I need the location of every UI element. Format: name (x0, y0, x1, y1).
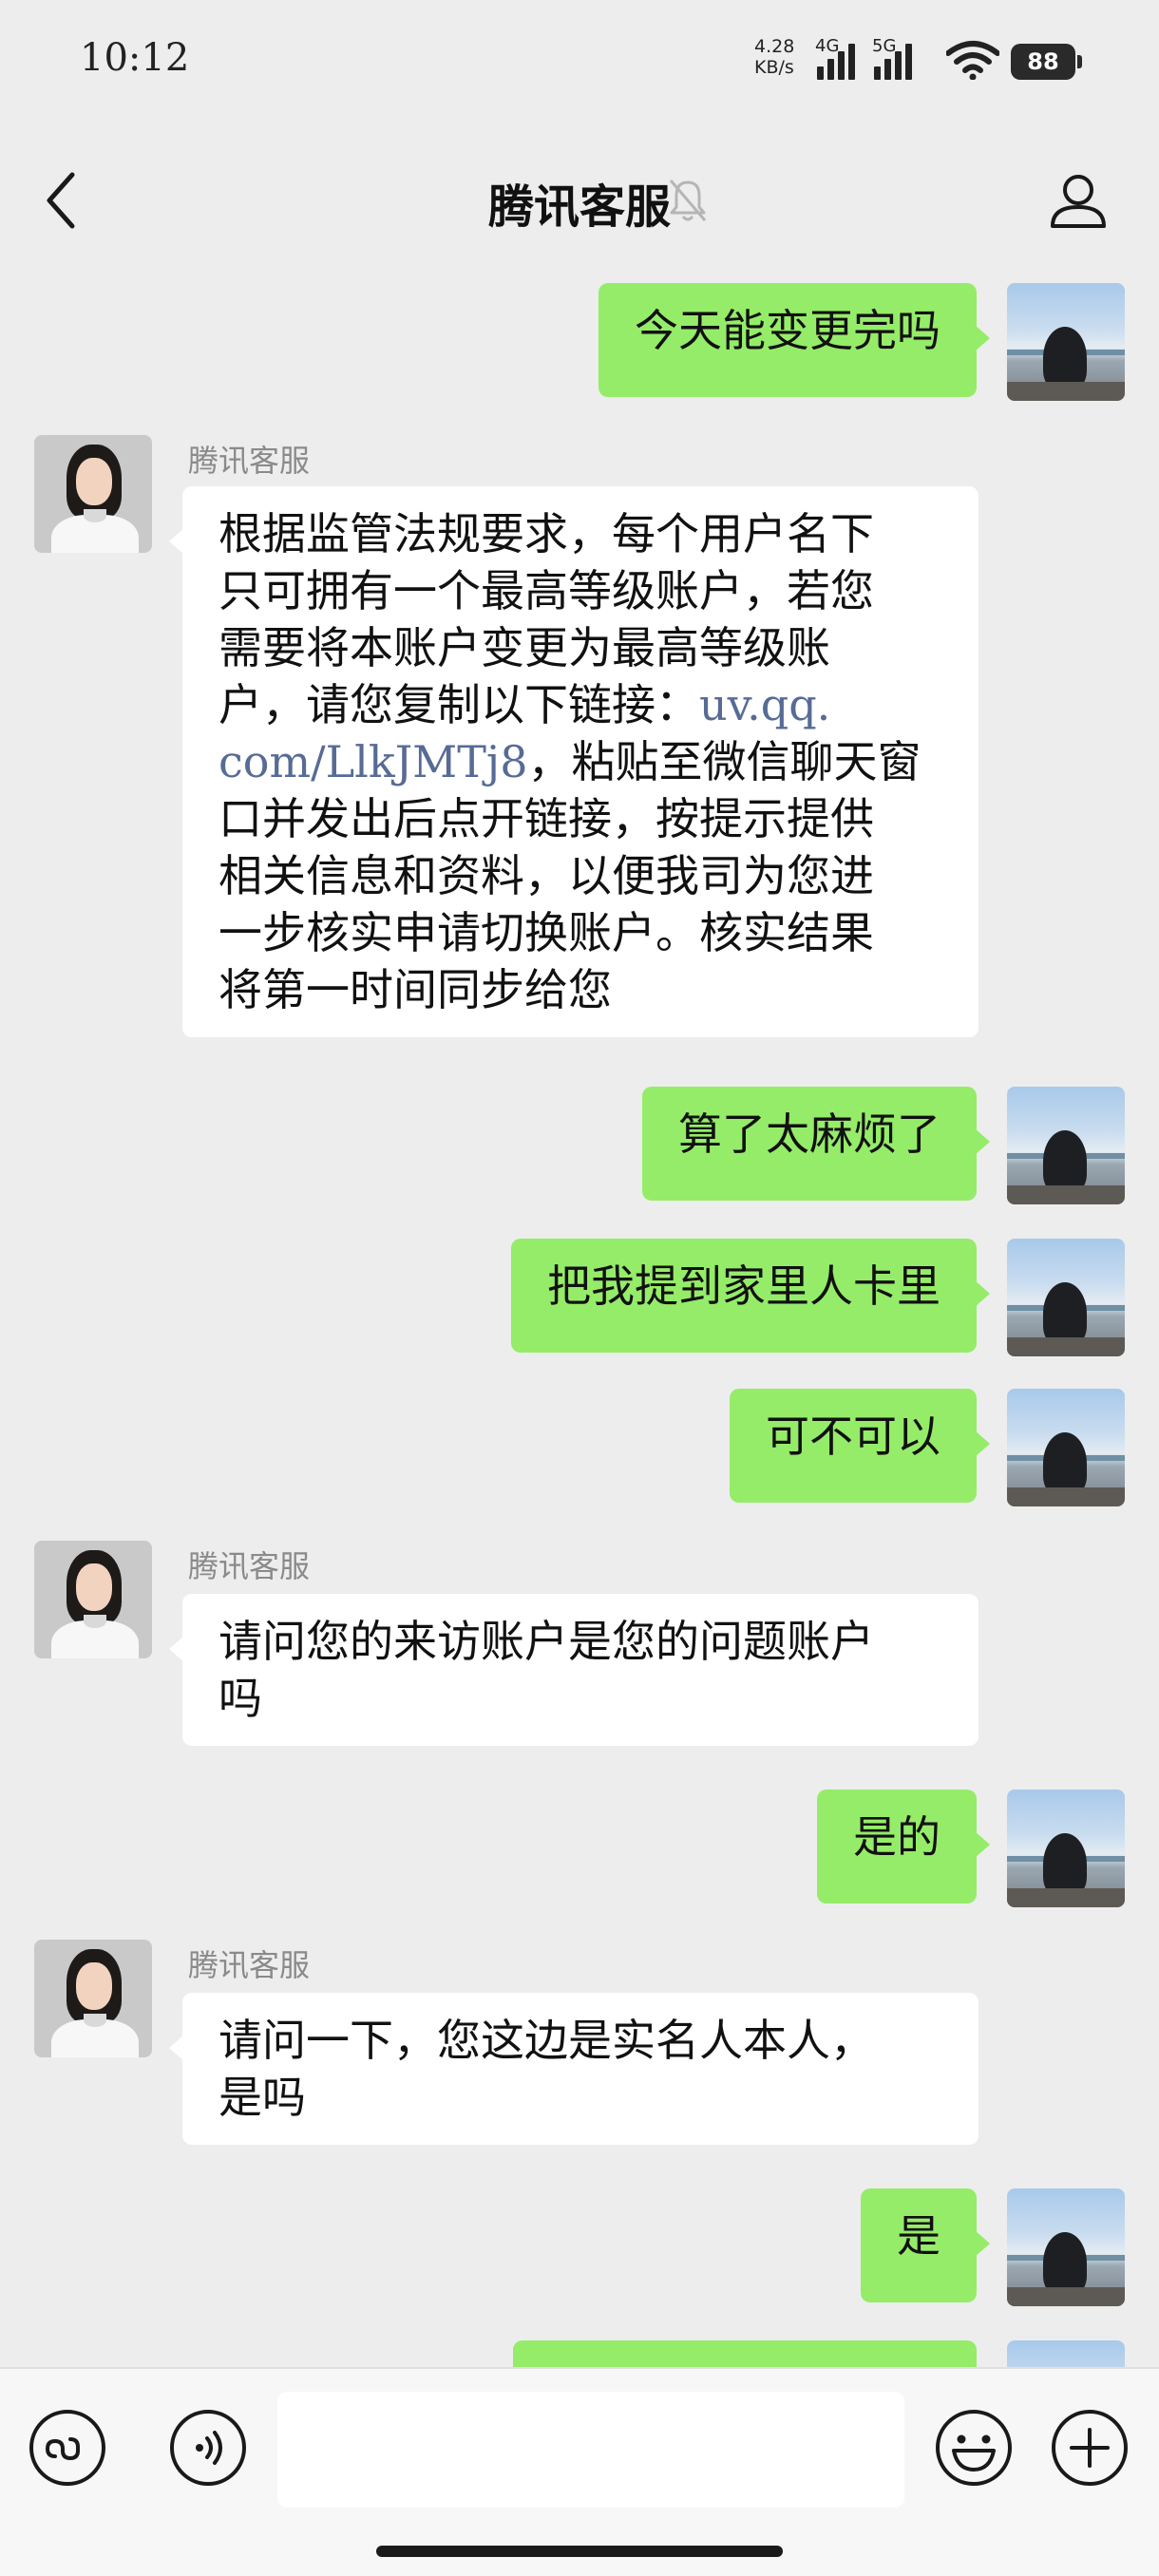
my-message-bubble[interactable]: 今天能变更完吗 (598, 283, 990, 397)
signal-sim1-icon: 4G (815, 36, 864, 80)
message-line: 需要将本账户变更为最高等级账 (218, 622, 830, 673)
my-avatar[interactable] (1007, 1239, 1125, 1356)
message-text: 把我提到家里人卡里 (547, 1260, 940, 1312)
battery-indicator: 88 (1011, 44, 1082, 80)
mini-program-icon[interactable] (27, 2407, 108, 2489)
message-text: ，粘贴至微信聊天窗 (527, 736, 922, 787)
my-avatar[interactable] (1007, 2340, 1125, 2367)
message-link[interactable]: com/LlkJMTj8 (218, 736, 527, 787)
message-line: 请问一下，您这边是实名人本人， (218, 2015, 874, 2066)
message-line: 口并发出后点开链接，按提示提供 (218, 793, 874, 844)
sender-name: 腾讯客服 (188, 1548, 311, 1584)
message-line: 相关信息和资料，以便我司为您进 (218, 850, 874, 901)
message-text: 算了太麻烦了 (678, 1108, 940, 1160)
emoji-icon[interactable] (933, 2407, 1015, 2489)
message-text: 今天能变更完吗 (635, 305, 940, 356)
bell-muted-icon (669, 180, 707, 221)
my-message-bubble[interactable]: 是的 (817, 1790, 990, 1904)
person-icon[interactable] (1045, 167, 1112, 234)
message-line: 户，请您复制以下链接：uv.qq. (218, 676, 942, 733)
message-list[interactable]: 今天能变更完吗 腾讯客服 根据监管法规要求，每个用户名下 只可拥有一个最高等级账… (0, 277, 1159, 2367)
chat-title: 腾讯客服 (487, 180, 671, 234)
agent-avatar[interactable] (34, 1940, 152, 2057)
status-bar: 10:12 4.28 KB/s 4G 5G 88 (0, 0, 1159, 123)
my-avatar[interactable] (1007, 1790, 1125, 1907)
agent-message-bubble[interactable]: 请问您的来访账户是您的问题账户 吗 (169, 1594, 978, 1746)
message-input[interactable] (277, 2392, 904, 2508)
message-text: 户，请您复制以下链接： (218, 679, 699, 730)
my-avatar[interactable] (1007, 1087, 1125, 1204)
my-avatar[interactable] (1007, 283, 1125, 401)
agent-avatar[interactable] (34, 435, 152, 553)
message-line: 一步核实申请切换账户。核实结果 (218, 907, 874, 958)
message-text: 是 (897, 2210, 940, 2262)
sender-name: 腾讯客服 (188, 1947, 311, 1983)
message-line: 请问您的来访账户是您的问题账户 (218, 1616, 874, 1667)
my-message-bubble[interactable]: 算了太麻烦了 (642, 1087, 990, 1201)
my-message-bubble[interactable]: 把我提到家里人卡里 (511, 1239, 990, 1353)
agent-avatar[interactable] (34, 1541, 152, 1658)
message-line: 吗 (218, 1673, 262, 1724)
my-avatar[interactable] (1007, 1389, 1125, 1506)
my-message-bubble[interactable]: 是 (861, 2188, 990, 2302)
message-line: 是吗 (218, 2072, 306, 2123)
plus-icon[interactable] (1049, 2407, 1130, 2489)
input-toolbar (0, 2367, 1159, 2576)
voice-icon[interactable] (167, 2407, 249, 2489)
my-avatar[interactable] (1007, 2188, 1125, 2306)
my-message-bubble[interactable]: 可不可以 (730, 1389, 990, 1503)
message-text: 可不可以 (766, 1411, 940, 1462)
message-link[interactable]: uv.qq. (699, 679, 830, 730)
network-speed-unit: KB/s (754, 57, 794, 78)
message-line: 只可拥有一个最高等级账户，若您 (218, 565, 874, 616)
my-message-bubble-partial[interactable] (513, 2340, 977, 2367)
agent-message-bubble[interactable]: 根据监管法规要求，每个用户名下 只可拥有一个最高等级账户，若您 需要将本账户变更… (169, 486, 978, 1037)
wifi-icon (946, 41, 999, 80)
clock: 10:12 (80, 36, 190, 80)
network-speed-value: 4.28 (754, 36, 795, 57)
message-text: 是的 (853, 1811, 940, 1863)
agent-message-bubble[interactable]: 请问一下，您这边是实名人本人， 是吗 (169, 1993, 978, 2145)
sender-name: 腾讯客服 (188, 443, 311, 479)
message-line: 将第一时间同步给您 (218, 964, 612, 1015)
chat-header: 腾讯客服 (0, 123, 1159, 277)
network-speed: 4.28 KB/s (754, 36, 811, 78)
message-line: 根据监管法规要求，每个用户名下 (218, 508, 874, 559)
home-indicator[interactable] (376, 2546, 783, 2557)
signal-sim2-icon: 5G (872, 36, 922, 80)
message-line: com/LlkJMTj8，粘贴至微信聊天窗 (218, 733, 942, 790)
